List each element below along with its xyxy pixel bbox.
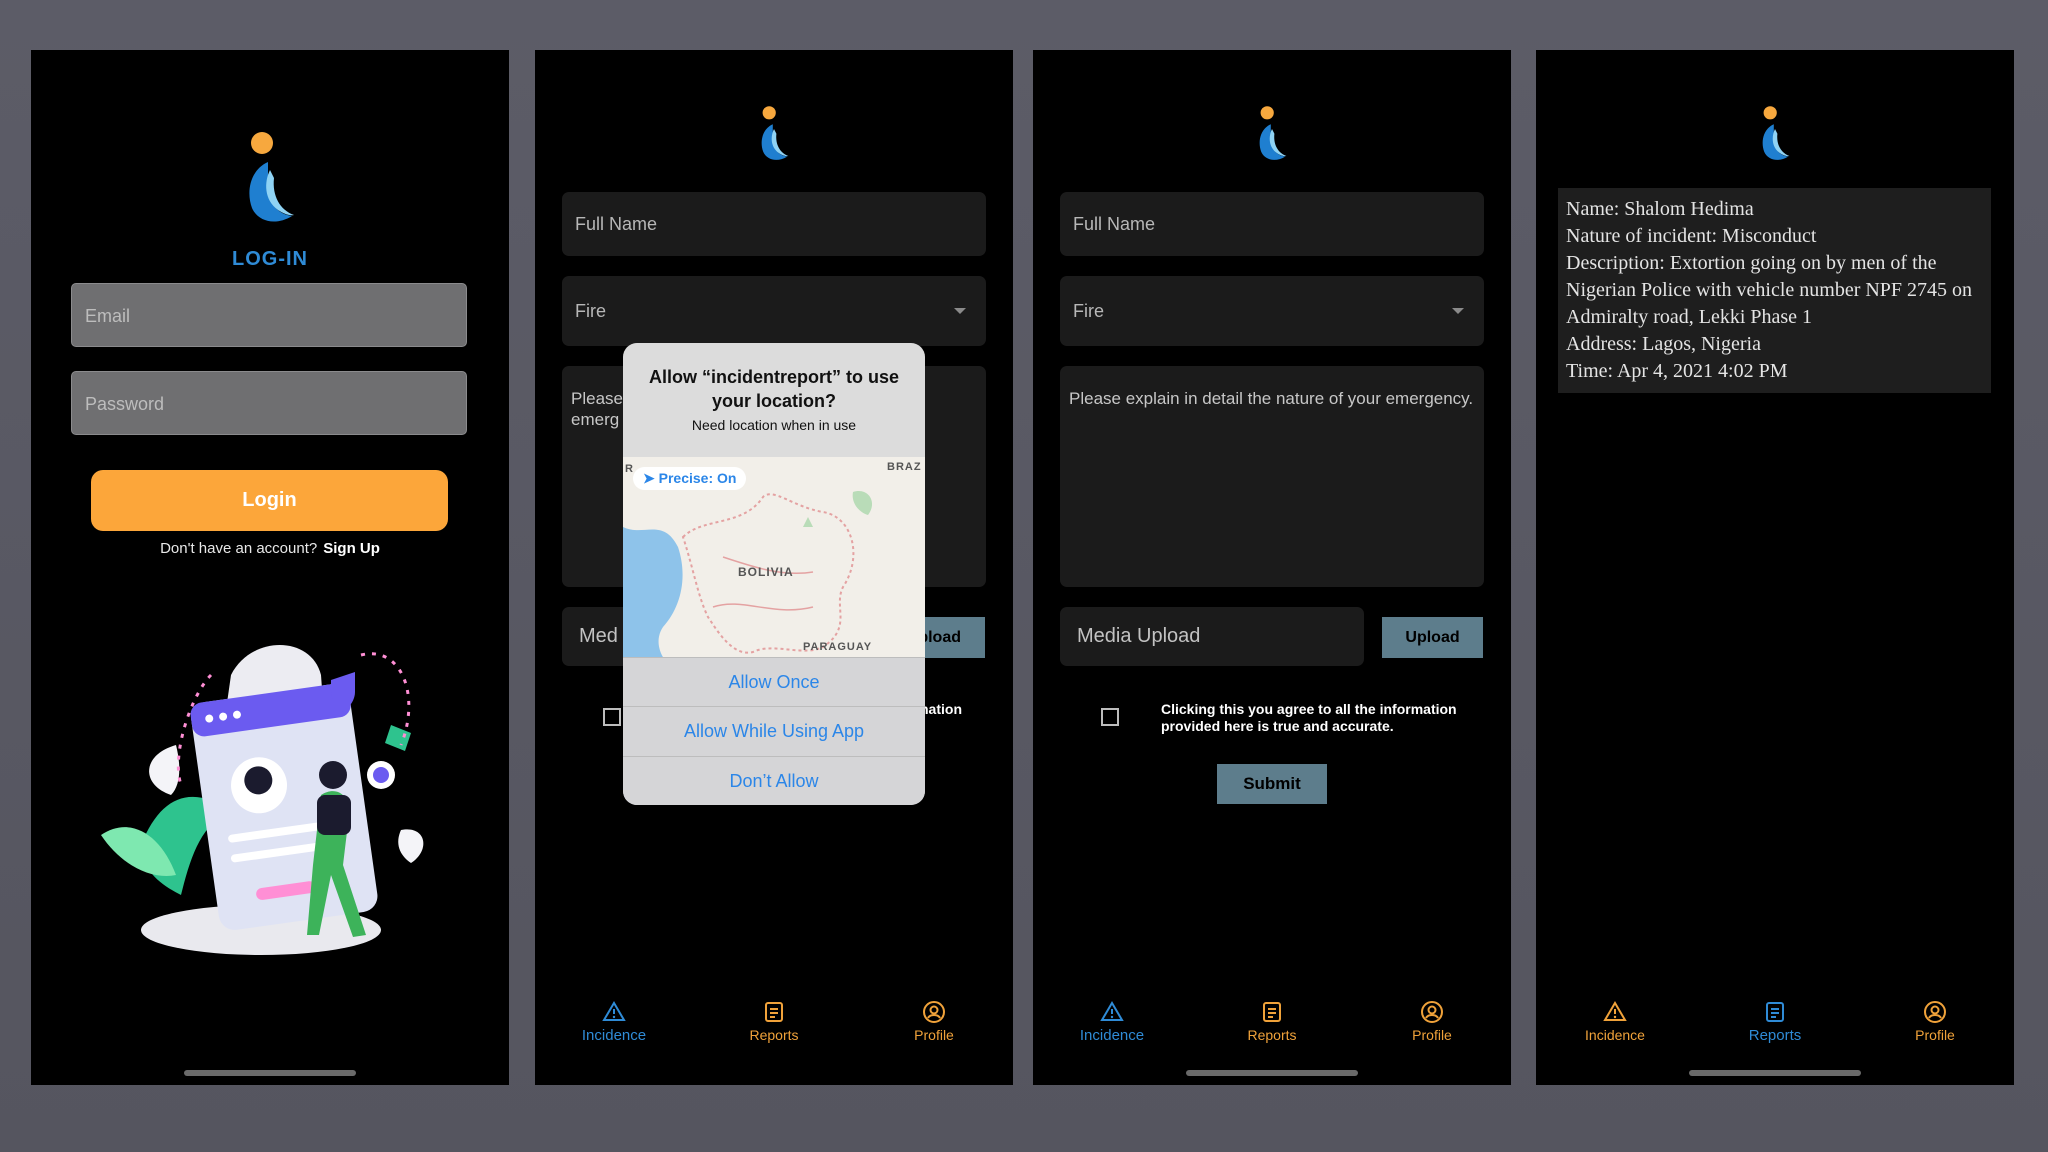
signup-link[interactable]: Sign Up <box>323 540 380 557</box>
report-card[interactable]: Name: Shalom Hedima Nature of incident: … <box>1558 188 1991 393</box>
tab-reports[interactable]: Reports <box>1715 1000 1835 1044</box>
tab-incidence[interactable]: Incidence <box>554 1000 674 1044</box>
alert-message: Need location when in use <box>691 417 857 433</box>
tab-reports[interactable]: Reports <box>714 1000 834 1043</box>
incident-type-value: Fire <box>575 301 606 321</box>
tab-profile-label: Profile <box>1915 1027 1955 1043</box>
incident-form-screen: Full Name Fire Please explain in detail … <box>1033 50 1511 1085</box>
home-indicator <box>1689 1070 1861 1076</box>
tab-incidence-label: Incidence <box>581 1027 647 1044</box>
chevron-down-icon <box>1452 308 1464 314</box>
signup-line: Don't have an account? Sign Up <box>31 540 509 557</box>
incident-type-select[interactable]: Fire <box>562 276 986 346</box>
report-time: Time: Apr 4, 2021 4:02 PM <box>1566 360 1788 382</box>
document-icon <box>1263 1002 1281 1022</box>
tab-reports-label: Reports <box>1748 1027 1802 1044</box>
login-title: LOG-IN <box>232 248 308 270</box>
app-logo <box>1762 106 1790 160</box>
map-label-paraguay: PARAGUAY <box>803 641 873 653</box>
map-label-brazil: BRAZ <box>887 461 922 473</box>
full-name-field[interactable]: Full Name <box>1060 192 1484 256</box>
tab-profile-label: Profile <box>1412 1027 1452 1043</box>
tab-incidence-label: Incidence <box>1585 1027 1645 1043</box>
profile-icon <box>1924 1001 1946 1023</box>
upload-button[interactable]: Upload <box>1382 617 1483 658</box>
location-map: ➤ Precise: On BOLIVIA PARAGUAY BRAZ R <box>623 457 925 657</box>
tab-incidence[interactable]: Incidence <box>1555 1000 1675 1043</box>
home-indicator <box>1186 1070 1358 1076</box>
incident-type-select[interactable]: Fire <box>1060 276 1484 346</box>
signup-prompt: Don't have an account? <box>160 540 318 557</box>
location-permission-alert: Allow “incidentreport” to use your locat… <box>623 343 925 805</box>
profile-icon <box>1421 1001 1443 1023</box>
tab-profile-label: Profile <box>914 1027 954 1043</box>
location-arrow-icon: ➤ <box>643 470 655 486</box>
password-field[interactable]: Password <box>71 371 467 435</box>
warning-icon <box>1603 1001 1627 1021</box>
profile-icon <box>923 1001 945 1023</box>
description-field[interactable]: Please explain in detail the nature of y… <box>1060 366 1484 587</box>
precise-badge[interactable]: ➤ Precise: On <box>633 467 747 490</box>
report-description: Description: Extortion going on by men o… <box>1566 252 1973 328</box>
chevron-down-icon <box>954 308 966 314</box>
document-icon <box>1766 1002 1784 1022</box>
map-label-bolivia: BOLIVIA <box>738 565 794 579</box>
login-illustration <box>101 645 424 955</box>
media-upload-field[interactable]: Media Upload <box>1060 607 1364 666</box>
location-permission-screen: Full Name Fire Please emerg Med pload na… <box>535 50 1013 1085</box>
tab-incidence-label: Incidence <box>1079 1027 1145 1044</box>
tab-reports-label: Reports <box>1247 1027 1297 1043</box>
document-icon <box>765 1002 783 1022</box>
app-logo <box>249 132 294 222</box>
app-logo <box>1259 106 1287 160</box>
allow-once-button[interactable]: Allow Once <box>623 657 925 707</box>
agree-text-fragment: nation <box>920 701 962 717</box>
agree-checkbox[interactable] <box>603 708 621 726</box>
app-logo <box>761 106 789 160</box>
reports-screen: Name: Shalom Hedima Nature of incident: … <box>1536 50 2014 1085</box>
home-indicator <box>184 1070 356 1076</box>
tab-profile[interactable]: Profile <box>1875 1000 1995 1043</box>
allow-while-using-button[interactable]: Allow While Using App <box>623 706 925 756</box>
report-address: Address: Lagos, Nigeria <box>1566 333 1761 355</box>
tab-reports[interactable]: Reports <box>1212 1000 1332 1043</box>
login-button[interactable]: Login <box>91 470 448 531</box>
agree-checkbox[interactable] <box>1101 708 1119 726</box>
tab-profile[interactable]: Profile <box>1372 1000 1492 1043</box>
agree-text: Clicking this you agree to all the infor… <box>1161 701 1457 734</box>
incident-type-value: Fire <box>1073 301 1104 321</box>
full-name-field[interactable]: Full Name <box>562 192 986 256</box>
email-field[interactable]: Email <box>71 283 467 347</box>
report-name: Name: Shalom Hedima <box>1566 198 1754 220</box>
alert-title: Allow “incidentreport” to use your locat… <box>648 367 899 411</box>
tab-incidence[interactable]: Incidence <box>1052 1000 1172 1044</box>
report-nature: Nature of incident: Misconduct <box>1566 225 1817 247</box>
tab-reports-label: Reports <box>749 1027 799 1043</box>
map-label-peru: R <box>625 463 633 475</box>
dont-allow-button[interactable]: Don’t Allow <box>623 756 925 805</box>
submit-button[interactable]: Submit <box>1217 764 1327 804</box>
precise-label: Precise: On <box>658 470 737 486</box>
login-screen: LOG-IN Email Password Login Don't have a… <box>31 50 509 1085</box>
tab-profile[interactable]: Profile <box>874 1000 994 1043</box>
warning-icon <box>1100 1001 1124 1021</box>
warning-icon <box>602 1001 626 1021</box>
